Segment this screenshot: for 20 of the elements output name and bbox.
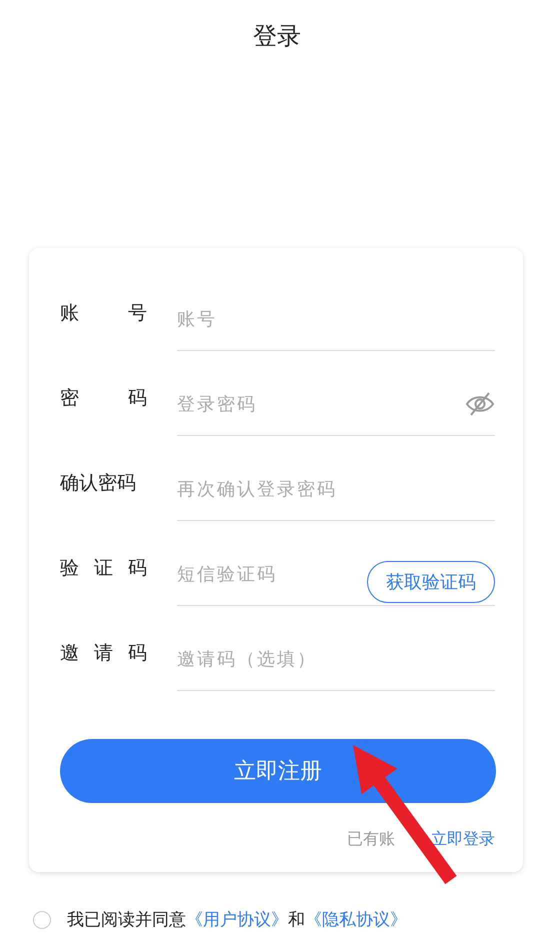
page-title: 登录 [252,21,302,52]
field-label: 确认密码 [60,470,137,496]
get-code-button[interactable]: 获取验证码 [367,561,495,603]
field-label: 验证码 [60,556,147,580]
input-field[interactable]: 账号 [177,308,495,330]
field-label: 密 码 [60,386,147,410]
input-field[interactable]: 邀请码（选填） [177,648,495,670]
register-button[interactable]: 立即注册 [60,739,496,803]
user-agreement-link[interactable]: 《用户协议》 [186,908,288,931]
input-field[interactable]: 短信验证码 [177,564,345,584]
agreement-checkbox[interactable] [33,910,51,928]
joiner-text: 和 [288,909,305,931]
privacy-agreement-link[interactable]: 《隐私协议》 [305,908,407,931]
input-field[interactable]: 再次确认登录密码 [177,478,495,500]
field-label: 账 号 [60,300,147,326]
input-field[interactable]: 登录密码 [177,394,465,414]
agreement-text: 我已阅读并同意 [67,909,186,931]
field-label: 邀请码 [60,640,147,666]
eye-hidden-icon[interactable] [465,392,495,416]
login-prompt: 已有账 [347,829,395,850]
